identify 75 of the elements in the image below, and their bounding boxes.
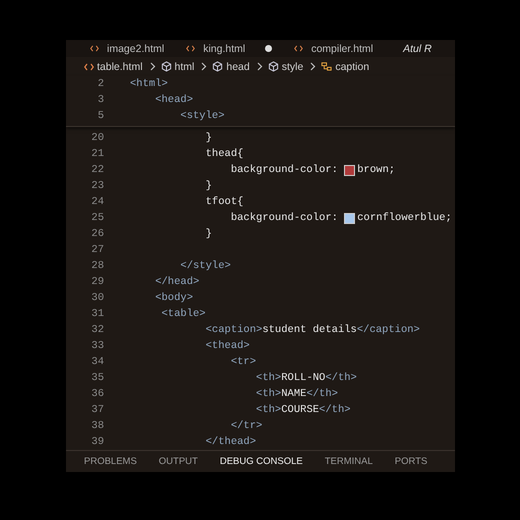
code-brackets-icon xyxy=(294,45,304,52)
code-line: <thead> xyxy=(204,340,250,352)
code-line: </thead> xyxy=(204,436,256,448)
cube-icon xyxy=(212,61,224,72)
chevron-icon xyxy=(150,62,156,72)
panel-tab[interactable]: TERMINAL xyxy=(324,456,373,468)
code-brackets-icon xyxy=(84,62,94,71)
code-line: </head> xyxy=(154,276,200,288)
line-number: 30 xyxy=(90,292,104,304)
cube-icon xyxy=(268,61,279,72)
structure-icon xyxy=(321,61,332,72)
line-number: 25 xyxy=(90,212,104,224)
code-line: <th>COURSE</th> xyxy=(255,404,351,416)
editor-tab[interactable]: image2.html xyxy=(90,42,164,55)
line-number: 32 xyxy=(90,324,104,336)
line-number: 39 xyxy=(90,436,104,448)
line-number: 31 xyxy=(90,308,104,320)
code-text: background-color: xyxy=(230,164,339,176)
code-line: tfoot{ xyxy=(204,196,244,208)
code-line: thead{ xyxy=(204,148,244,160)
line-number: 26 xyxy=(90,228,104,240)
breadcrumb-item[interactable]: html xyxy=(174,60,194,73)
chevron-icon xyxy=(310,62,316,72)
breadcrumb-item[interactable]: caption xyxy=(335,60,370,73)
line-number: 22 xyxy=(90,164,104,176)
line-number: 21 xyxy=(90,148,104,160)
code-line: <tr> xyxy=(230,356,256,368)
code-line: <th>ROLL-NO</th> xyxy=(255,372,357,384)
code-line: <html> xyxy=(130,78,168,90)
code-text: brown; xyxy=(357,164,396,176)
code-brackets-icon xyxy=(186,45,196,52)
code-line: <head> xyxy=(154,94,194,106)
cube-icon xyxy=(160,61,172,72)
breadcrumb-item[interactable]: table.html xyxy=(97,60,143,73)
panel-tab[interactable]: DEBUG CONSOLE xyxy=(220,456,303,468)
code-line: <style> xyxy=(179,110,225,122)
code-line: } xyxy=(204,228,212,240)
line-number: 3 xyxy=(96,94,104,106)
tab-label[interactable]: Atul R xyxy=(403,42,432,55)
code-line: <body> xyxy=(154,292,194,304)
line-number: 29 xyxy=(90,276,104,288)
code-line: } xyxy=(204,180,212,192)
panel-tab[interactable]: PORTS xyxy=(394,456,428,468)
chevron-icon xyxy=(256,62,263,72)
line-number: 37 xyxy=(90,404,104,416)
code-line: </tr> xyxy=(230,420,262,432)
line-number: 20 xyxy=(90,132,104,144)
color-swatch[interactable] xyxy=(344,164,356,176)
line-number: 35 xyxy=(90,372,104,384)
breadcrumb-item[interactable]: head xyxy=(226,60,250,73)
code-line: <caption>student details</caption> xyxy=(204,324,420,336)
line-number: 24 xyxy=(90,196,104,208)
line-number: 38 xyxy=(90,420,104,432)
code-line: <th>NAME</th> xyxy=(255,388,338,400)
panel-tab[interactable]: PROBLEMS xyxy=(84,456,137,468)
editor-tab[interactable]: compiler.html xyxy=(294,42,374,55)
line-number: 23 xyxy=(90,180,104,192)
code-brackets-icon xyxy=(90,45,99,52)
code-line: </style> xyxy=(179,260,231,272)
code-text: cornflowerblue; xyxy=(357,212,452,224)
panel-tab[interactable]: OUTPUT xyxy=(158,456,198,468)
line-number: 36 xyxy=(90,388,104,400)
breadcrumb-item[interactable]: style xyxy=(282,60,304,73)
line-number: 5 xyxy=(96,110,104,122)
color-swatch[interactable] xyxy=(344,212,356,224)
code-text: background-color: xyxy=(230,212,339,224)
line-number: 28 xyxy=(90,260,104,272)
line-number: 2 xyxy=(96,78,104,90)
code-line: <table> xyxy=(160,308,206,320)
line-number: 27 xyxy=(90,244,104,256)
line-number: 34 xyxy=(90,356,104,368)
line-number: 33 xyxy=(90,340,104,352)
editor-tab[interactable]: king.html xyxy=(186,42,272,55)
chevron-icon xyxy=(201,62,208,72)
code-line: } xyxy=(204,132,212,144)
